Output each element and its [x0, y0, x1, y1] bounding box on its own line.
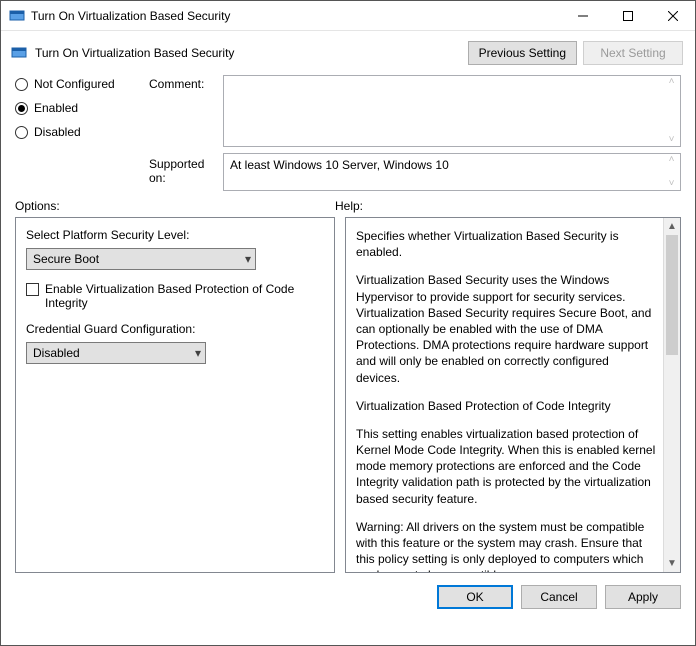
help-text: Virtualization Based Security uses the W… — [356, 272, 656, 385]
help-text: Warning: All drivers on the system must … — [356, 519, 656, 573]
supported-on-value: At least Windows 10 Server, Windows 10 — [224, 154, 680, 176]
options-panel: Select Platform Security Level: Secure B… — [15, 217, 335, 573]
next-setting-button: Next Setting — [583, 41, 683, 65]
platform-security-value: Secure Boot — [33, 252, 99, 266]
title-bar: Turn On Virtualization Based Security — [1, 1, 695, 31]
credential-guard-value: Disabled — [33, 346, 80, 360]
comment-textbox[interactable]: ˄˅ — [223, 75, 681, 147]
policy-title: Turn On Virtualization Based Security — [35, 46, 460, 60]
maximize-button[interactable] — [605, 1, 650, 30]
checkbox-icon — [26, 283, 39, 296]
scroll-thumb[interactable] — [666, 235, 678, 355]
credential-guard-label: Credential Guard Configuration: — [26, 322, 324, 336]
platform-security-select[interactable]: Secure Boot ▾ — [26, 248, 256, 270]
help-text: Virtualization Based Protection of Code … — [356, 398, 656, 414]
disabled-radio[interactable]: Disabled — [15, 125, 145, 139]
help-text: Specifies whether Virtualization Based S… — [356, 228, 656, 260]
vbp-code-integrity-checkbox[interactable]: Enable Virtualization Based Protection o… — [26, 282, 324, 310]
previous-setting-button[interactable]: Previous Setting — [468, 41, 577, 65]
minimize-button[interactable] — [560, 1, 605, 30]
apply-button[interactable]: Apply — [605, 585, 681, 609]
radio-icon — [15, 126, 28, 139]
scroll-down-icon[interactable]: ▼ — [664, 555, 680, 572]
radio-icon — [15, 78, 28, 91]
scroll-up-icon[interactable]: ▲ — [664, 218, 680, 235]
help-panel: Specifies whether Virtualization Based S… — [345, 217, 681, 573]
policy-icon — [11, 45, 27, 61]
window-title: Turn On Virtualization Based Security — [31, 9, 560, 23]
supported-on-label: Supported on: — [149, 147, 219, 185]
chevron-down-icon: ▾ — [195, 346, 201, 360]
supported-on-box: At least Windows 10 Server, Windows 10 ˄… — [223, 153, 681, 191]
cancel-button[interactable]: Cancel — [521, 585, 597, 609]
chevron-down-icon: ▾ — [245, 252, 251, 266]
help-scrollbar[interactable]: ▲ ▼ — [663, 218, 680, 572]
not-configured-label: Not Configured — [34, 77, 115, 91]
close-button[interactable] — [650, 1, 695, 30]
ok-button[interactable]: OK — [437, 585, 513, 609]
disabled-label: Disabled — [34, 125, 81, 139]
platform-security-label: Select Platform Security Level: — [26, 228, 324, 242]
help-text: This setting enables virtualization base… — [356, 426, 656, 507]
vbp-code-integrity-label: Enable Virtualization Based Protection o… — [45, 282, 324, 310]
options-heading: Options: — [15, 199, 335, 213]
enabled-radio[interactable]: Enabled — [15, 101, 145, 115]
radio-icon — [15, 102, 28, 115]
comment-label: Comment: — [149, 75, 219, 91]
app-icon — [9, 8, 25, 24]
enabled-label: Enabled — [34, 101, 78, 115]
credential-guard-select[interactable]: Disabled ▾ — [26, 342, 206, 364]
not-configured-radio[interactable]: Not Configured — [15, 77, 145, 91]
help-heading: Help: — [335, 199, 363, 213]
